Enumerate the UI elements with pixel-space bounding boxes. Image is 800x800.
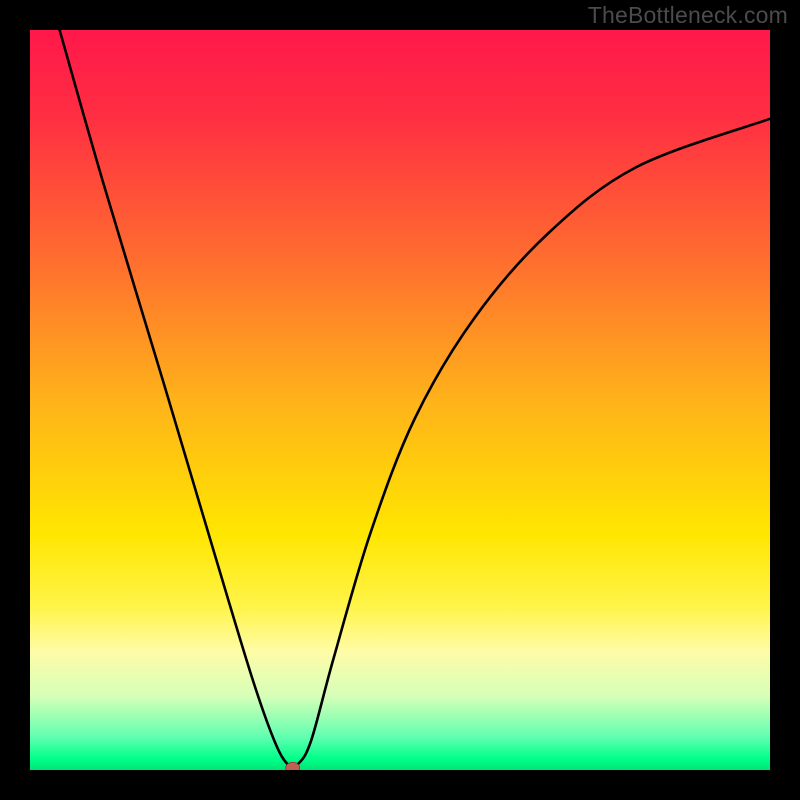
gradient-rect bbox=[30, 30, 770, 770]
watermark-text: TheBottleneck.com bbox=[588, 2, 788, 29]
bottleneck-chart bbox=[30, 30, 770, 770]
minimum-marker bbox=[286, 762, 300, 770]
chart-frame: TheBottleneck.com bbox=[0, 0, 800, 800]
